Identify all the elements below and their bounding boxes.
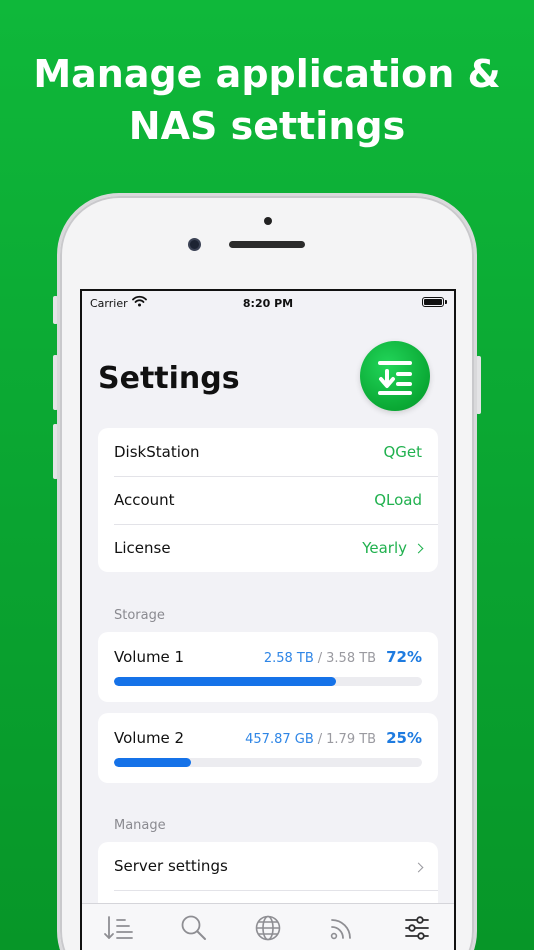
chevron-right-icon	[413, 543, 424, 553]
app-logo-icon	[360, 341, 430, 411]
volume-percent: 25%	[386, 729, 422, 747]
search-icon	[181, 915, 206, 940]
status-time: 8:20 PM	[242, 297, 294, 310]
tab-bar	[82, 903, 454, 950]
volume-stats: 457.87 GB / 1.79 TB 25%	[245, 729, 422, 747]
volume-stats: 2.58 TB / 3.58 TB 72%	[264, 648, 422, 666]
volume-card[interactable]: Volume 2 457.87 GB / 1.79 TB 25%	[98, 713, 438, 783]
license-label: License	[114, 539, 171, 557]
promo-headline: Manage application & NAS settings	[0, 48, 534, 152]
account-row[interactable]: Account QLoad	[98, 476, 438, 524]
phone-screen: Carrier 8:20 PM Settings DiskStation QGe…	[80, 289, 456, 950]
rss-icon	[331, 919, 352, 940]
volume-total: 3.58 TB	[326, 651, 377, 666]
headline-line-1: Manage application &	[33, 52, 501, 96]
volume-total: 1.79 TB	[326, 732, 377, 747]
sliders-icon	[404, 916, 429, 940]
license-row[interactable]: License Yearly	[98, 524, 438, 572]
globe-icon	[255, 915, 281, 941]
chevron-right-icon	[413, 862, 424, 873]
license-value: Yearly	[362, 539, 407, 557]
volume-name: Volume 2	[114, 729, 185, 747]
tab-settings[interactable]	[397, 910, 437, 946]
tab-search[interactable]	[174, 910, 214, 946]
volume-card[interactable]: Volume 1 2.58 TB / 3.58 TB 72%	[98, 632, 438, 702]
front-camera	[188, 238, 201, 251]
account-label: Account	[114, 491, 175, 509]
status-bar: Carrier 8:20 PM	[82, 291, 454, 315]
tab-downloads[interactable]	[99, 910, 139, 946]
server-settings-row[interactable]: Server settings	[98, 842, 438, 890]
diskstation-value: QGet	[383, 443, 422, 461]
sort-icon	[104, 916, 134, 939]
proximity-sensor	[264, 217, 272, 225]
account-card: DiskStation QGet Account QLoad License Y…	[98, 428, 438, 572]
volume-summary: Volume 2 457.87 GB / 1.79 TB 25%	[114, 729, 422, 747]
headline-line-2: NAS settings	[128, 104, 406, 148]
diskstation-row[interactable]: DiskStation QGet	[98, 428, 438, 476]
volume-usage-bar	[114, 758, 422, 767]
volume-summary: Volume 1 2.58 TB / 3.58 TB 72%	[114, 648, 422, 666]
storage-section-header: Storage	[114, 608, 165, 623]
volume-percent: 72%	[386, 648, 422, 666]
server-settings-label: Server settings	[114, 857, 228, 875]
volume-usage-fill	[114, 758, 191, 767]
page-title: Settings	[98, 361, 240, 396]
volume-separator: /	[317, 651, 323, 666]
volume-separator: /	[317, 732, 323, 747]
battery-icon	[422, 297, 447, 307]
account-value: QLoad	[374, 491, 422, 509]
volume-usage-fill	[114, 677, 336, 686]
volume-used: 2.58 TB	[263, 651, 314, 666]
tab-browser[interactable]	[248, 910, 288, 946]
volume-usage-bar	[114, 677, 422, 686]
manage-section-header: Manage	[114, 818, 166, 833]
earpiece-speaker	[229, 241, 305, 248]
tab-feeds[interactable]	[322, 910, 362, 946]
diskstation-label: DiskStation	[114, 443, 200, 461]
row-accessory	[407, 857, 424, 875]
volume-name: Volume 1	[114, 648, 185, 666]
volume-used: 457.87 GB	[245, 732, 314, 747]
